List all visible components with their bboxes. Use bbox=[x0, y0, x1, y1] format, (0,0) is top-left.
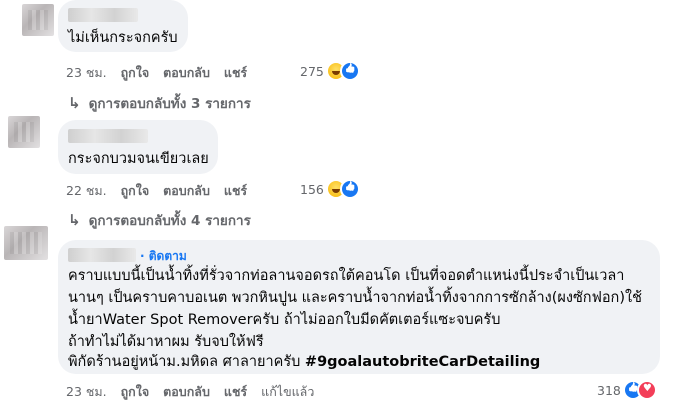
view-replies-label: ดูการตอบกลับทั้ง 3 รายการ bbox=[88, 96, 251, 112]
avatar[interactable] bbox=[8, 116, 40, 148]
timestamp[interactable]: 23 ชม. bbox=[66, 63, 107, 83]
reply-button[interactable]: ตอบกลับ bbox=[163, 63, 210, 83]
share-button[interactable]: แชร์ bbox=[224, 382, 247, 400]
comment-text-line: น้ำยาWater Spot Removerครับ ถ้าไม่ออกใบม… bbox=[68, 312, 501, 328]
like-icon bbox=[341, 63, 358, 79]
author-name-blurred[interactable] bbox=[68, 248, 136, 262]
comment-bubble: กระจกบวมจนเขียวเลย bbox=[58, 120, 218, 174]
comment-actions: 23 ชม. ถูกใจ ตอบกลับ แชร์ bbox=[66, 63, 247, 83]
hashtag-link[interactable]: #9goalautobriteCarDetailing bbox=[305, 354, 540, 370]
author-name-blurred[interactable] bbox=[68, 129, 148, 143]
like-button[interactable]: ถูกใจ bbox=[121, 382, 150, 400]
comment-text-line: คราบแบบนี้เป็นน้ำทิ้งที่รั่วจากท่อลานจอด… bbox=[68, 268, 625, 284]
edited-label[interactable]: แก้ไขแล้ว bbox=[261, 382, 314, 400]
avatar[interactable] bbox=[4, 226, 48, 260]
comment-bubble: · ติดตาม คราบแบบนี้เป็นน้ำทิ้งที่รั่วจาก… bbox=[58, 240, 660, 374]
reply-button[interactable]: ตอบกลับ bbox=[163, 382, 210, 400]
reaction-count: 275 bbox=[300, 63, 324, 79]
reply-arrow-icon: ↳ bbox=[68, 94, 81, 112]
comment-text-line: นานๆ เป็นคราบคาบอเนต พวกหินปูน และคราบน้… bbox=[68, 290, 642, 306]
timestamp[interactable]: 22 ชม. bbox=[66, 181, 107, 201]
avatar[interactable] bbox=[22, 4, 54, 36]
comment-text: กระจกบวมจนเขียวเลย bbox=[68, 151, 209, 167]
comment-actions: 22 ชม. ถูกใจ ตอบกลับ แชร์ bbox=[66, 181, 247, 201]
reaction-summary[interactable]: 318 bbox=[597, 382, 655, 398]
love-icon bbox=[638, 382, 655, 398]
comment-text-line: พิกัดร้านอยู่หน้าม.มหิดล ศาลายาครับ #9go… bbox=[68, 352, 540, 373]
comment-bubble: ไม่เห็นกระจกครับ bbox=[58, 0, 188, 52]
reply-arrow-icon: ↳ bbox=[68, 211, 81, 229]
view-replies-label: ดูการตอบกลับทั้ง 4 รายการ bbox=[88, 213, 251, 229]
reaction-count: 156 bbox=[300, 181, 324, 197]
reply-button[interactable]: ตอบกลับ bbox=[163, 181, 210, 201]
comment-actions: 23 ชม. ถูกใจ ตอบกลับ แชร์ แก้ไขแล้ว bbox=[66, 382, 314, 400]
comment-text: ไม่เห็นกระจกครับ bbox=[68, 30, 178, 46]
like-icon bbox=[341, 181, 358, 197]
view-replies-link[interactable]: ↳ ดูการตอบกลับทั้ง 3 รายการ bbox=[68, 92, 251, 114]
like-button[interactable]: ถูกใจ bbox=[121, 63, 150, 83]
timestamp[interactable]: 23 ชม. bbox=[66, 382, 107, 400]
view-replies-link[interactable]: ↳ ดูการตอบกลับทั้ง 4 รายการ bbox=[68, 209, 251, 231]
reaction-count: 318 bbox=[597, 382, 621, 398]
follow-button[interactable]: · ติดตาม bbox=[140, 247, 187, 266]
share-button[interactable]: แชร์ bbox=[224, 63, 247, 83]
author-name-blurred[interactable] bbox=[68, 8, 138, 22]
comment-text-line: ถ้าทำไม่ได้มาหาผม รับจบให้ฟรี bbox=[68, 334, 264, 350]
like-button[interactable]: ถูกใจ bbox=[121, 181, 150, 201]
reaction-summary[interactable]: 275 bbox=[300, 63, 358, 79]
location-text: พิกัดร้านอยู่หน้าม.มหิดล ศาลายาครับ bbox=[68, 354, 301, 370]
share-button[interactable]: แชร์ bbox=[224, 181, 247, 201]
reaction-summary[interactable]: 156 bbox=[300, 181, 358, 197]
